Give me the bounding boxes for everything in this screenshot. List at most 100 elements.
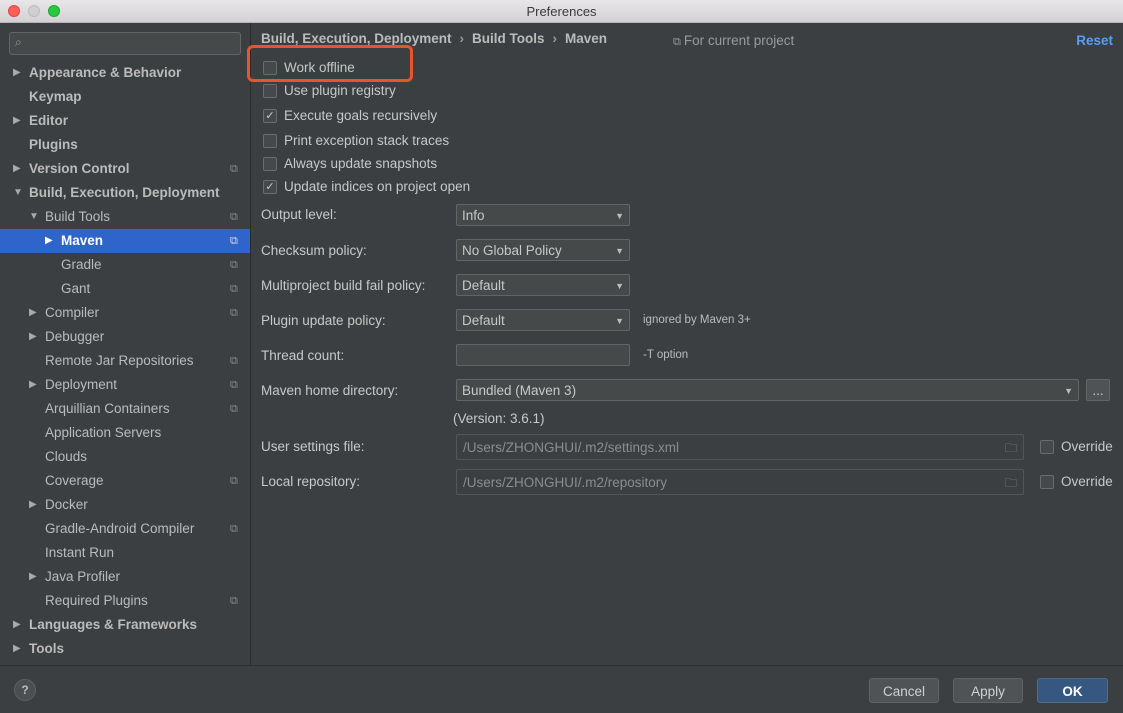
sidebar-item-label: Version Control [29,161,130,176]
sidebar-item-appearance-behavior[interactable]: ▶ Appearance & Behavior [0,61,250,85]
checkbox-box[interactable] [1040,475,1054,489]
sidebar-item-deployment[interactable]: ▶ Deployment ⧉ [0,373,250,397]
folder-icon[interactable]: 🗀 [1005,470,1017,496]
sidebar-item-label: Editor [29,113,68,128]
sidebar-item-instant-run[interactable]: Instant Run [0,541,250,565]
output-level-select[interactable]: Info ▼ [456,204,630,226]
user-settings-label: User settings file: [261,439,365,454]
dialog-footer: ? Cancel Apply OK [0,665,1123,713]
browse-button[interactable]: ... [1086,379,1110,401]
sidebar-item-version-control[interactable]: ▶ Version Control ⧉ [0,157,250,181]
sidebar-item-label: Debugger [45,329,105,344]
thread-count-input[interactable] [456,344,630,366]
sidebar-item-label: Keymap [29,89,82,104]
sidebar-item-arquillian-containers[interactable]: Arquillian Containers ⧉ [0,397,250,421]
sidebar-item-maven[interactable]: ▶ Maven ⧉ [0,229,250,253]
sidebar-item-tools[interactable]: ▶ Tools [0,637,250,661]
chevron-down-icon: ▼ [615,211,624,221]
reset-link[interactable]: Reset [1076,33,1113,48]
sidebar-item-clouds[interactable]: Clouds [0,445,250,469]
sidebar-item-languages-frameworks[interactable]: ▶ Languages & Frameworks [0,613,250,637]
settings-sidebar: ⌕ ▶ Appearance & Behavior Keymap ▶ Edito… [0,23,251,665]
project-scope-icon: ⧉ [230,283,238,295]
checksum-policy-label: Checksum policy: [261,243,367,258]
checkbox-box[interactable] [263,84,277,98]
breadcrumb-separator-icon: › [459,31,465,46]
select-value: No Global Policy [462,243,562,258]
breadcrumb-item[interactable]: Build Tools [472,31,545,46]
sidebar-item-build-tools[interactable]: ▼ Build Tools ⧉ [0,205,250,229]
sidebar-item-java-profiler[interactable]: ▶ Java Profiler [0,565,250,589]
help-button[interactable]: ? [14,679,36,701]
expand-arrow-icon[interactable]: ▶ [29,373,37,397]
sidebar-item-remote-jar-repositories[interactable]: Remote Jar Repositories ⧉ [0,349,250,373]
breadcrumb: Build, Execution, Deployment › Build Tools… [261,31,607,46]
collapse-arrow-icon[interactable]: ▼ [13,181,23,205]
ok-button[interactable]: OK [1037,678,1108,703]
sidebar-item-label: Plugins [29,137,78,152]
chevron-down-icon: ▼ [615,281,624,291]
project-scope-icon: ⧉ [230,235,238,247]
check-mark-icon[interactable]: ✓ [263,109,277,123]
sidebar-item-docker[interactable]: ▶ Docker [0,493,250,517]
sidebar-item-label: Java Profiler [45,569,121,584]
expand-arrow-icon[interactable]: ▶ [29,301,37,325]
cancel-button[interactable]: Cancel [869,678,939,703]
expand-arrow-icon[interactable]: ▶ [29,565,37,589]
multiproject-policy-select[interactable]: Default ▼ [456,274,630,296]
sidebar-item-label: Docker [45,497,88,512]
expand-arrow-icon[interactable]: ▶ [13,157,21,181]
window-title: Preferences [526,4,597,19]
expand-arrow-icon[interactable]: ▶ [13,637,21,661]
sidebar-item-debugger[interactable]: ▶ Debugger [0,325,250,349]
sidebar-item-label: Appearance & Behavior [29,65,182,80]
collapse-arrow-icon[interactable]: ▼ [29,205,39,229]
work-offline-highlight [247,45,413,82]
apply-button[interactable]: Apply [953,678,1023,703]
project-scope-icon: ⧉ [230,355,238,367]
user-settings-field[interactable]: /Users/ZHONGHUI/.m2/settings.xml 🗀 [456,434,1024,460]
checksum-policy-select[interactable]: No Global Policy ▼ [456,239,630,261]
checkbox-label: Override [1061,439,1113,454]
project-scope-icon: ⧉ [230,475,238,487]
expand-arrow-icon[interactable]: ▶ [29,493,37,517]
expand-arrow-icon[interactable]: ▶ [45,229,53,253]
expand-arrow-icon[interactable]: ▶ [13,613,21,637]
folder-icon[interactable]: 🗀 [1005,435,1017,461]
field-value: /Users/ZHONGHUI/.m2/settings.xml [463,440,680,455]
sidebar-item-label: Maven [61,233,104,248]
checkbox-label: Execute goals recursively [284,108,438,123]
breadcrumb-item: Maven [565,31,608,46]
checkbox-box[interactable] [263,134,277,148]
sidebar-item-compiler[interactable]: ▶ Compiler ⧉ [0,301,250,325]
sidebar-item-label: Arquillian Containers [45,401,170,416]
breadcrumb-item[interactable]: Build, Execution, Deployment [261,31,452,46]
sidebar-item-label: Instant Run [45,545,115,560]
sidebar-item-gradle-android-compiler[interactable]: Gradle-Android Compiler ⧉ [0,517,250,541]
sidebar-item-keymap[interactable]: Keymap [0,85,250,109]
checkbox-box[interactable] [1040,440,1054,454]
sidebar-item-required-plugins[interactable]: Required Plugins ⧉ [0,589,250,613]
sidebar-item-label: Gradle [61,257,102,272]
checkbox-box[interactable] [263,157,277,171]
settings-search-input[interactable]: ⌕ [9,32,241,55]
sidebar-item-application-servers[interactable]: Application Servers [0,421,250,445]
expand-arrow-icon[interactable]: ▶ [13,109,21,133]
sidebar-item-label: Tools [29,641,64,656]
expand-arrow-icon[interactable]: ▶ [13,61,21,85]
sidebar-item-plugins[interactable]: Plugins [0,133,250,157]
check-mark-icon[interactable]: ✓ [263,180,277,194]
breadcrumb-separator-icon: › [552,31,558,46]
checkbox-label: Always update snapshots [284,156,438,171]
sidebar-item-gradle[interactable]: Gradle ⧉ [0,253,250,277]
sidebar-item-label: Deployment [45,377,118,392]
sidebar-item-coverage[interactable]: Coverage ⧉ [0,469,250,493]
plugin-update-policy-select[interactable]: Default ▼ [456,309,630,331]
local-repository-field[interactable]: /Users/ZHONGHUI/.m2/repository 🗀 [456,469,1024,495]
expand-arrow-icon[interactable]: ▶ [29,325,37,349]
sidebar-item-gant[interactable]: Gant ⧉ [0,277,250,301]
window-titlebar: Preferences [0,0,1123,23]
sidebar-item-editor[interactable]: ▶ Editor [0,109,250,133]
maven-home-select[interactable]: Bundled (Maven 3) ▼ [456,379,1079,401]
sidebar-item-build-execution-deployment[interactable]: ▼ Build, Execution, Deployment [0,181,250,205]
